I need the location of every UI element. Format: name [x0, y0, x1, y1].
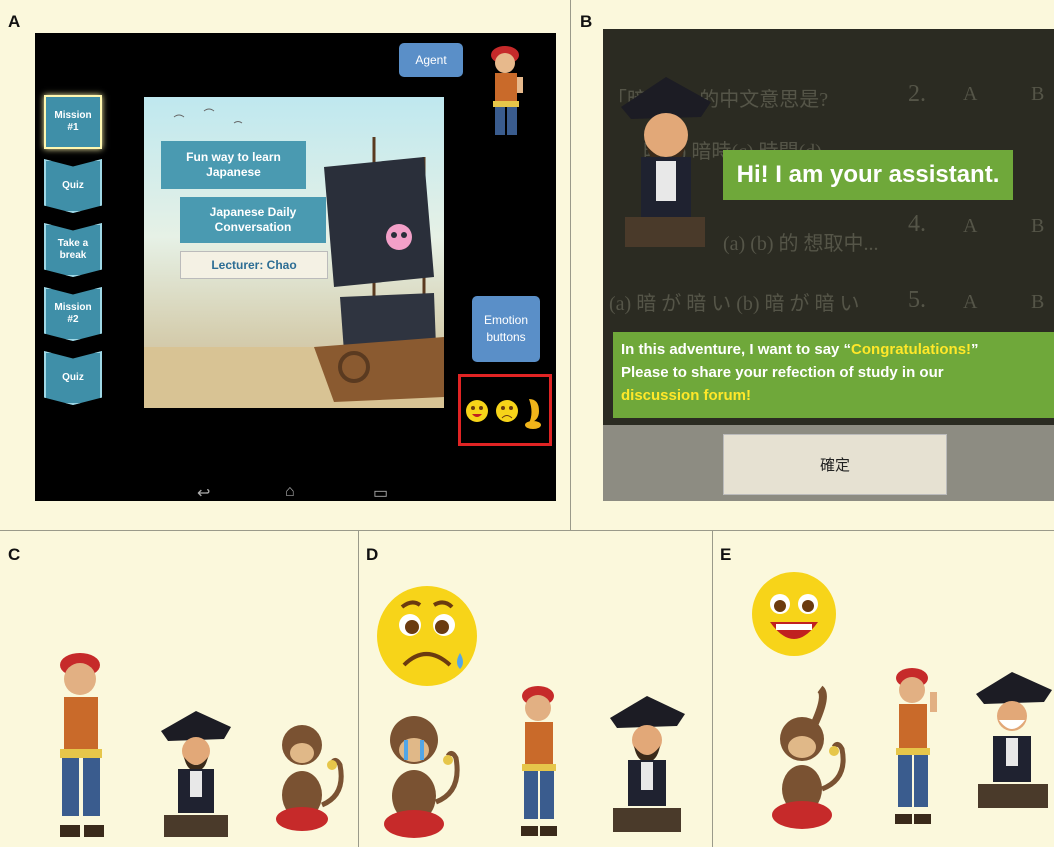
divider	[712, 530, 713, 847]
pirate-boy-character	[60, 653, 104, 837]
assistant-popup-screen: 「暗」 (a) 的中文意思是? 暗(b) 暗時(c) 時間(d) (a) (b)…	[603, 29, 1054, 501]
quiz-background-text: (a) (b) 的 想取中...	[723, 233, 879, 255]
confirm-button[interactable]: 確定	[723, 434, 947, 495]
congratulations-highlight: Congratulations!	[851, 341, 972, 358]
sidebar-item-mission-2[interactable]: Mission #2	[44, 287, 102, 341]
assistant-greeting: Hi! I am your assistant.	[723, 150, 1013, 200]
answer-option: A	[963, 83, 978, 105]
lecturer-label: Lecturer: Chao	[180, 251, 328, 279]
panel-label-a: A	[8, 12, 21, 31]
monkey-character	[276, 725, 344, 831]
sidebar-item-mission-1[interactable]: Mission #1	[44, 95, 102, 149]
happy-pirate-captain-character	[976, 672, 1052, 808]
sidebar-item-quiz-1[interactable]: Quiz	[44, 159, 102, 213]
sidebar-item-label: Quiz	[62, 180, 84, 191]
divider	[570, 0, 571, 530]
sad-pirate-captain-character	[610, 696, 685, 832]
happy-monkey-character	[772, 685, 846, 829]
message-text: Please to share your refection of study …	[621, 364, 944, 381]
message-text: In this adventure, I want to say “	[621, 341, 852, 358]
tablet-screen: Mission #1 Quiz Take a break Mission #2 …	[35, 33, 556, 503]
sad-crying-emoji-icon	[377, 586, 477, 686]
divider	[358, 530, 359, 847]
sidebar-item-label: Quiz	[62, 372, 84, 383]
pirate-agent-icon[interactable]	[475, 41, 535, 153]
lesson-topic-button[interactable]: Japanese Daily Conversation	[180, 197, 326, 243]
question-number: 5.	[908, 287, 926, 313]
recent-apps-icon[interactable]: ▭	[373, 483, 388, 503]
assistant-message: In this adventure, I want to say “Congra…	[613, 332, 1054, 418]
answer-option: B	[1031, 291, 1045, 313]
answer-option: A	[963, 291, 978, 313]
happy-laughing-emoji-icon	[752, 572, 836, 656]
home-nav-icon[interactable]: ⌂	[285, 483, 295, 501]
back-nav-icon[interactable]: ↩	[197, 483, 210, 503]
agent-callout: Agent	[399, 43, 463, 77]
message-text: ”	[971, 341, 979, 358]
sidebar-item-label: Take a break	[57, 238, 89, 261]
question-number: 4.	[908, 211, 926, 237]
sidebar-item-quiz-2[interactable]: Quiz	[44, 351, 102, 405]
quiz-background-text: (a) 暗 が 暗 い (b) 暗 が 暗 い	[609, 293, 860, 315]
panel-label-e: E	[720, 545, 732, 564]
panel-label-b: B	[580, 12, 593, 31]
divider	[0, 530, 1054, 531]
emotion-callout: Emotion buttons	[472, 296, 540, 362]
sad-emoji-icon[interactable]	[496, 400, 518, 422]
happy-pirate-boy-character	[895, 668, 937, 824]
answer-option: B	[1031, 83, 1045, 105]
question-number: 2.	[908, 81, 926, 107]
discussion-forum-link[interactable]: discussion forum!	[621, 384, 1046, 407]
sidebar-item-label: Mission #2	[54, 302, 92, 325]
emotion-buttons	[466, 399, 541, 429]
happy-emoji-icon[interactable]	[466, 400, 488, 422]
panel-label-d: D	[366, 545, 379, 564]
answer-option: A	[963, 215, 978, 237]
answer-option: B	[1031, 215, 1045, 237]
sad-pirate-boy-character	[521, 686, 557, 836]
sidebar-item-take-a-break[interactable]: Take a break	[44, 223, 102, 277]
pirate-captain-icon	[621, 77, 711, 247]
panel-label-c: C	[8, 545, 21, 564]
sidebar-item-label: Mission #1	[54, 110, 92, 133]
pirate-captain-character	[161, 711, 231, 837]
crying-monkey-character	[384, 716, 460, 838]
thinking-emoji-icon[interactable]	[525, 399, 541, 429]
lesson-card[interactable]: Fun way to learn Japanese Japanese Daily…	[144, 97, 444, 408]
emotion-buttons-group	[458, 374, 552, 446]
lesson-title-button[interactable]: Fun way to learn Japanese	[161, 141, 306, 189]
